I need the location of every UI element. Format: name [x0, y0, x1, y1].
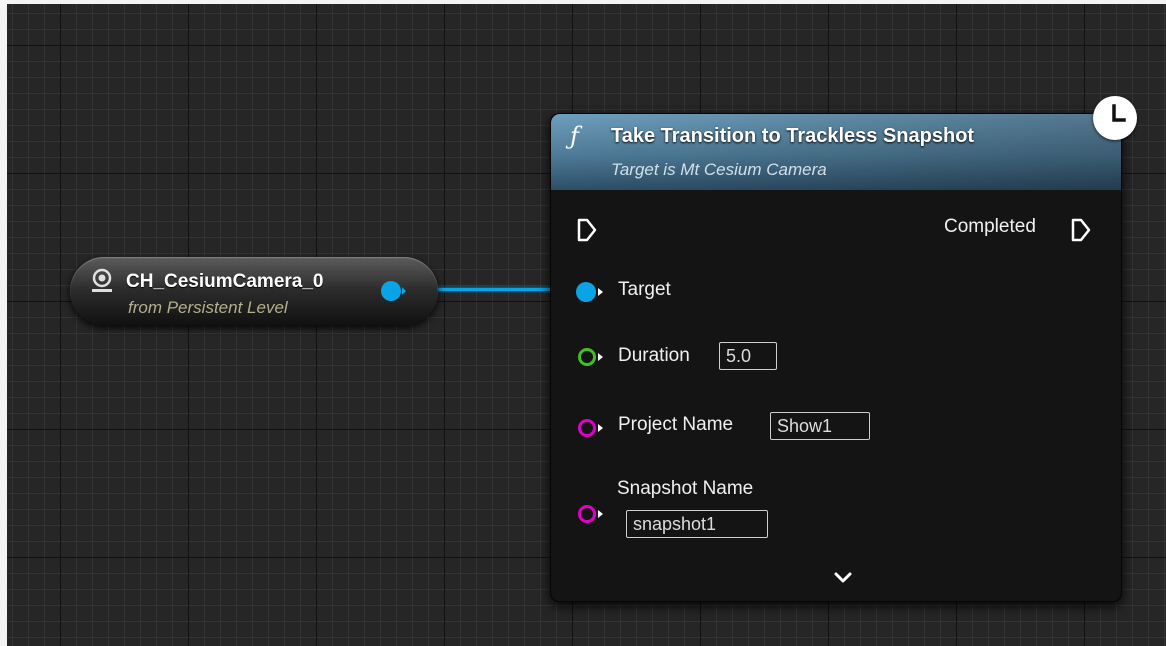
snapshot-name-label: Snapshot Name — [617, 478, 754, 499]
project-name-label: Project Name — [618, 414, 734, 435]
screen-frame-top — [0, 0, 1166, 4]
project-name-input-pin[interactable] — [577, 417, 607, 444]
target-input-pin[interactable] — [575, 280, 605, 309]
chevron-down-icon[interactable] — [833, 571, 853, 590]
snapshot-name-input-pin[interactable] — [577, 503, 607, 530]
exec-input-pin[interactable] — [577, 218, 597, 247]
camera-actor-icon — [90, 268, 114, 294]
completed-label: Completed — [944, 216, 1036, 237]
function-icon: ƒ — [570, 122, 579, 150]
exec-output-pin[interactable] — [1071, 218, 1091, 247]
node-header[interactable]: ƒ Take Transition to Trackless Snapshot … — [551, 114, 1121, 190]
duration-input-pin[interactable] — [577, 346, 607, 373]
snapshot-name-field[interactable]: snapshot1 — [626, 510, 768, 538]
take-transition-function-node[interactable]: ƒ Take Transition to Trackless Snapshot … — [550, 96, 1137, 602]
camera-reference-node[interactable]: CH_CesiumCamera_0 from Persistent Level — [70, 257, 438, 325]
object-output-pin[interactable] — [380, 278, 406, 304]
node-subtitle: Target is Mt Cesium Camera — [611, 160, 827, 179]
node-subtitle: from Persistent Level — [128, 298, 288, 317]
clock-icon — [1093, 96, 1137, 140]
node-title: Take Transition to Trackless Snapshot — [611, 125, 975, 147]
node-title: CH_CesiumCamera_0 — [126, 271, 324, 292]
screen-frame-left — [0, 0, 7, 646]
duration-label: Duration — [618, 345, 690, 366]
duration-field[interactable]: 5.0 — [719, 342, 777, 370]
project-name-field[interactable]: Show1 — [770, 412, 870, 440]
target-label: Target — [618, 279, 671, 300]
